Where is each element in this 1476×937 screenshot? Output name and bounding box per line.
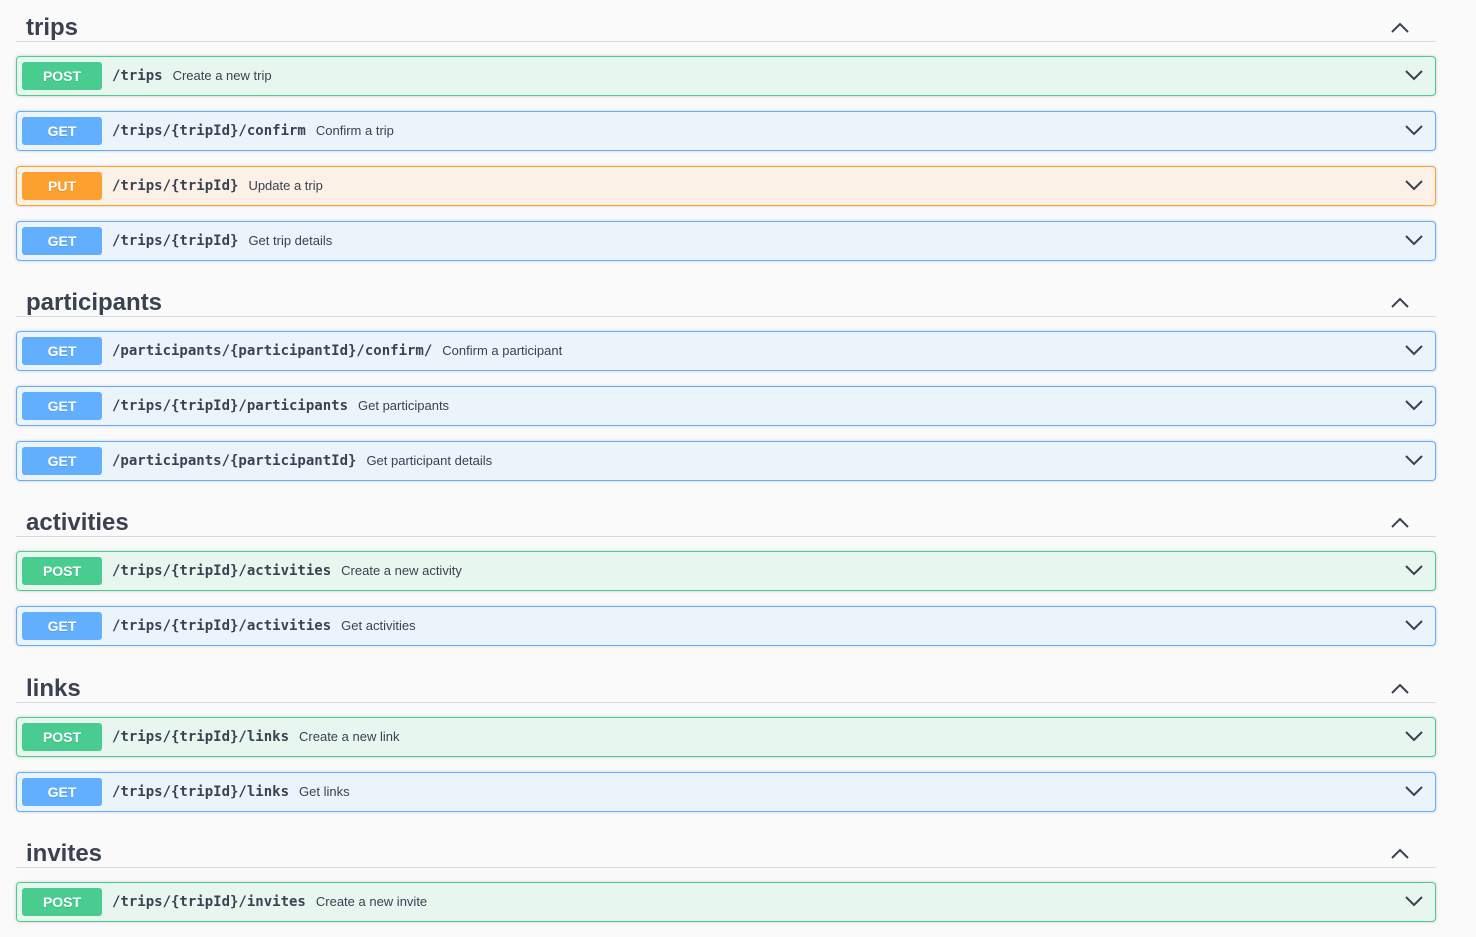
operation-path: /trips/{tripId} Update a trip [112,178,323,194]
chevron-down-icon[interactable] [1405,618,1423,632]
chevron-up-icon[interactable] [1390,681,1410,695]
operation-path: /participants/{participantId}/confirm/Co… [112,343,562,359]
operation-summary: Get participants [358,398,450,413]
path-text: /trips/{tripId}/activities [112,618,332,634]
operation-summary: Create a new activity [341,563,462,578]
operation-row[interactable]: GET /participants/{participantId} Get par… [16,441,1436,481]
operation-path: /trips/{tripId}/activities Get activities [112,618,416,634]
tag-header-links[interactable]: links [16,667,1436,703]
operation-row[interactable]: GET /trips/{tripId}/participants Get part… [16,386,1436,426]
tag-title: participants [26,289,163,316]
method-badge: GET [22,227,102,255]
chevron-down-icon[interactable] [1405,729,1423,743]
path-text: /trips/{tripId}/activities [112,563,332,579]
tag-section-links: links POST /trips/{tripId}/links Create a… [16,667,1436,812]
tag-section-activities: activities POST /trips/{tripId}/activiti… [16,501,1436,646]
tag-header-participants[interactable]: participants [16,281,1436,317]
chevron-down-icon[interactable] [1405,233,1423,247]
tag-header-invites[interactable]: invites [16,832,1436,868]
tag-header-trips[interactable]: trips [16,6,1436,42]
operation-row[interactable]: GET /trips/{tripId} Get trip details [16,221,1436,261]
operation-path: /trips/{tripId}/invites Create a new invi… [112,894,427,910]
tag-section-invites: invites POST /trips/{tripId}/invites Crea… [16,832,1436,922]
operation-summary: Confirm a participant [442,343,563,358]
operation-summary: Create a new trip [172,68,272,83]
method-badge: POST [22,557,102,585]
path-text: /trips/{tripId} [112,178,239,194]
operation-path: /participants/{participantId} Get partici… [112,453,492,469]
operation-path: /trips/{tripId}/confirm Confirm a trip [112,123,394,139]
operation-summary: Create a new link [299,729,400,744]
method-badge: GET [22,778,102,806]
operation-row[interactable]: POST /trips Create a new trip [16,56,1436,96]
method-badge: GET [22,447,102,475]
operation-path: /trips/{tripId}/links Get links [112,784,350,800]
tag-section-participants: participants GET /participants/{particip… [16,281,1436,481]
method-badge: GET [22,392,102,420]
operation-summary: Get trip details [248,233,333,248]
tag-title: trips [26,14,79,41]
operation-summary: Update a trip [248,178,323,193]
operation-row[interactable]: POST /trips/{tripId}/invites Create a new… [16,882,1436,922]
operation-row[interactable]: GET /trips/{tripId}/confirm Confirm a tri… [16,111,1436,151]
operation-row[interactable]: POST /trips/{tripId}/activities Create a … [16,551,1436,591]
chevron-up-icon[interactable] [1390,295,1410,309]
operation-summary: Get activities [341,618,416,633]
chevron-down-icon[interactable] [1405,784,1423,798]
chevron-down-icon[interactable] [1405,178,1423,192]
path-text: /trips [112,68,163,84]
method-badge: POST [22,62,102,90]
operation-path: /trips Create a new trip [112,68,272,84]
operation-path: /trips/{tripId}/links Create a new link [112,729,399,745]
operation-row[interactable]: GET /participants/{participantId}/confir… [16,331,1436,371]
method-badge: POST [22,723,102,751]
path-text: /trips/{tripId}/links [112,729,290,745]
chevron-down-icon[interactable] [1405,123,1423,137]
operation-summary: Get links [299,784,350,799]
path-text: /trips/{tripId}/confirm [112,123,306,139]
chevron-up-icon[interactable] [1390,515,1410,529]
chevron-down-icon[interactable] [1405,68,1423,82]
chevron-down-icon[interactable] [1405,343,1423,357]
operation-path: /trips/{tripId} Get trip details [112,233,332,249]
operation-row[interactable]: GET /trips/{tripId}/activities Get activi… [16,606,1436,646]
method-badge: GET [22,337,102,365]
method-badge: GET [22,117,102,145]
operation-path: /trips/{tripId}/activities Create a new a… [112,563,462,579]
path-text: /participants/{participantId}/confirm/ [112,343,433,359]
operation-summary: Confirm a trip [315,123,394,138]
method-badge: GET [22,612,102,640]
tag-header-activities[interactable]: activities [16,501,1436,537]
operation-row[interactable]: POST /trips/{tripId}/links Create a new l… [16,717,1436,757]
tag-title: links [26,675,81,702]
method-badge: PUT [22,172,102,200]
tag-section-trips: trips POST /trips Create a new trip GET /… [16,6,1436,261]
chevron-down-icon[interactable] [1405,563,1423,577]
chevron-down-icon[interactable] [1405,398,1423,412]
tag-title: activities [26,509,129,536]
operation-summary: Create a new invite [315,894,428,909]
path-text: /trips/{tripId}/links [112,784,290,800]
chevron-up-icon[interactable] [1390,846,1410,860]
operation-row[interactable]: PUT /trips/{tripId} Update a trip [16,166,1436,206]
operation-row[interactable]: GET /trips/{tripId}/links Get links [16,772,1436,812]
chevron-down-icon[interactable] [1405,453,1423,467]
tag-title: invites [26,840,103,867]
path-text: /trips/{tripId} [112,233,239,249]
operation-path: /trips/{tripId}/participants Get particip… [112,398,449,414]
chevron-up-icon[interactable] [1390,20,1410,34]
path-text: /participants/{participantId} [112,453,357,469]
chevron-down-icon[interactable] [1405,894,1423,908]
path-text: /trips/{tripId}/participants [112,398,349,414]
method-badge: POST [22,888,102,916]
operation-summary: Get participant details [366,453,493,468]
path-text: /trips/{tripId}/invites [112,894,306,910]
